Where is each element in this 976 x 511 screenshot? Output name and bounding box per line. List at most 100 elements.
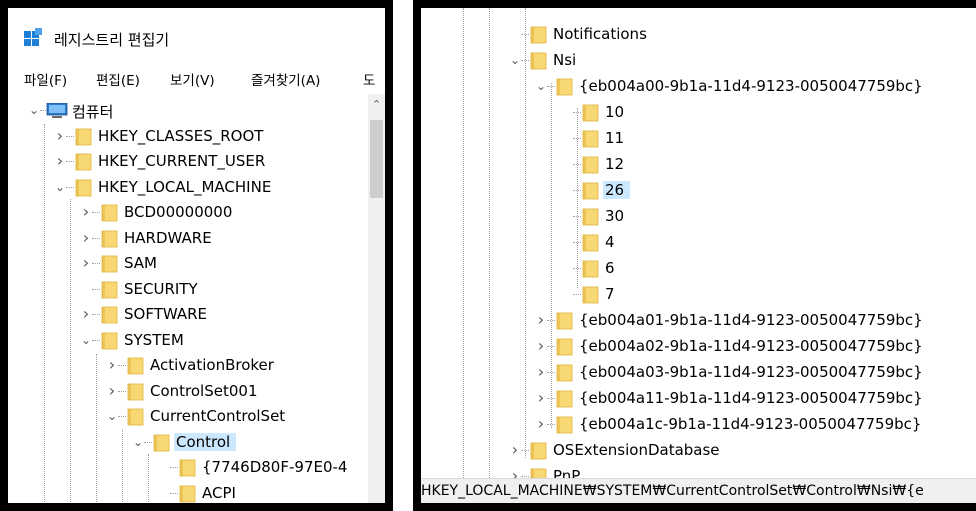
chevron-right-icon[interactable]: ›	[535, 390, 547, 406]
tree-node-label: SOFTWARE	[124, 305, 208, 323]
tree-node-7[interactable]: 7	[421, 282, 976, 307]
tree-node-eb004a1c-9b1a-11d4-9123-0050047759bc[interactable]: › {eb004a1c-9b1a-11d4-9123-0050047759bc}	[421, 412, 976, 437]
folder-icon	[179, 485, 196, 502]
scroll-up-icon[interactable]: ⌃	[368, 98, 385, 111]
tree-guide-line	[44, 124, 45, 503]
tree-node-label: CurrentControlSet	[150, 407, 286, 425]
tree-node-bcd00000000[interactable]: › BCD00000000	[8, 200, 385, 225]
chevron-right-icon[interactable]: ›	[535, 312, 547, 328]
tree-node-label: 6	[605, 259, 615, 277]
tree-node-osextensiondatabase[interactable]: › OSExtensionDatabase	[421, 438, 976, 463]
menu-view[interactable]: 보기(V)	[170, 69, 215, 89]
chevron-right-icon[interactable]: ›	[509, 442, 521, 458]
chevron-down-icon[interactable]: ⌄	[54, 179, 66, 195]
tree-node-10[interactable]: 10	[421, 100, 976, 125]
tree-node-label: 컴퓨터	[72, 103, 114, 121]
tree-node-label: Notifications	[553, 25, 647, 43]
tree-node-hardware[interactable]: › HARDWARE	[8, 226, 385, 251]
folder-icon	[101, 306, 118, 324]
folder-icon	[582, 208, 599, 226]
tree-node-7746d80f-97e0-4[interactable]: {7746D80F-97E0-4	[8, 455, 385, 480]
selected-tree-node-label: 26	[603, 181, 631, 199]
tree-node-label: 11	[605, 129, 625, 147]
tree-node-hkey-classes-root[interactable]: › HKEY_CLASSES_ROOT	[8, 124, 385, 149]
tree-node-currentcontrolset[interactable]: ⌄ CurrentControlSet	[8, 404, 385, 429]
tree-guide-line	[489, 8, 490, 478]
tree-connector	[170, 467, 178, 468]
menu-favorites[interactable]: 즐겨찾기(A)	[251, 69, 320, 89]
chevron-right-icon[interactable]: ›	[106, 357, 118, 373]
scrollbar-thumb[interactable]	[370, 120, 383, 198]
tree-node-label: {eb004a01-9b1a-11d4-9123-0050047759bc}	[579, 311, 923, 329]
status-path: HKEY_LOCAL_MACHINE₩SYSTEM₩CurrentControl…	[421, 483, 924, 499]
tree-guide-line	[463, 8, 464, 478]
tree-node-eb004a11-9b1a-11d4-9123-0050047759bc[interactable]: › {eb004a11-9b1a-11d4-9123-0050047759bc}	[421, 386, 976, 411]
title-bar: 레지스트리 편집기	[8, 8, 385, 60]
chevron-down-icon[interactable]: ⌄	[28, 102, 40, 118]
chevron-right-icon[interactable]: ›	[80, 306, 92, 322]
tree-node-control[interactable]: ⌄ Control	[8, 430, 385, 455]
vertical-scrollbar[interactable]: ⌃	[368, 94, 385, 503]
chevron-right-icon[interactable]: ›	[535, 416, 547, 432]
tree-node-label: 10	[605, 103, 625, 121]
tree-node-6[interactable]: 6	[421, 256, 976, 281]
tree-node-activationbroker[interactable]: › ActivationBroker	[8, 353, 385, 378]
tree-node-컴퓨터[interactable]: ⌄ 컴퓨터	[8, 98, 385, 123]
chevron-right-icon[interactable]: ›	[54, 153, 66, 169]
tree-node-security[interactable]: SECURITY	[8, 277, 385, 302]
tree-node-label: HKEY_CURRENT_USER	[98, 152, 266, 170]
tree-node-software[interactable]: › SOFTWARE	[8, 302, 385, 327]
tree-node-4[interactable]: 4	[421, 230, 976, 255]
tree-node-label: HKEY_LOCAL_MACHINE	[98, 177, 272, 196]
folder-icon	[556, 364, 573, 382]
chevron-right-icon[interactable]: ›	[535, 364, 547, 380]
tree-node-eb004a00-9b1a-11d4-9123-0050047759bc[interactable]: ⌄ {eb004a00-9b1a-11d4-9123-0050047759bc}	[421, 74, 976, 99]
menu-edit[interactable]: 편집(E)	[96, 69, 140, 89]
tree-guide-line	[148, 454, 149, 503]
tree-node-eb004a01-9b1a-11d4-9123-0050047759bc[interactable]: › {eb004a01-9b1a-11d4-9123-0050047759bc}	[421, 308, 976, 333]
chevron-right-icon[interactable]: ›	[80, 255, 92, 271]
chevron-right-icon[interactable]: ›	[535, 338, 547, 354]
tree-connector	[92, 314, 100, 315]
tree-node-eb004a03-9b1a-11d4-9123-0050047759bc[interactable]: › {eb004a03-9b1a-11d4-9123-0050047759bc}	[421, 360, 976, 385]
tree-node-notifications[interactable]: Notifications	[421, 22, 976, 47]
chevron-right-icon[interactable]: ›	[80, 229, 92, 246]
tree-node-hkey-local-machine[interactable]: ⌄ HKEY_LOCAL_MACHINE	[8, 175, 385, 200]
folder-icon	[101, 230, 118, 247]
tree-node-acpi[interactable]: ACPI	[8, 481, 385, 504]
chevron-down-icon[interactable]: ⌄	[535, 78, 547, 94]
folder-icon	[582, 130, 599, 148]
chevron-down-icon[interactable]: ⌄	[509, 52, 521, 68]
tree-node-sam[interactable]: › SAM	[8, 251, 385, 276]
tree-node-controlset001[interactable]: › ControlSet001	[8, 379, 385, 404]
tree-node-appid[interactable]: AppID	[8, 506, 385, 511]
menu-file[interactable]: 파일(F)	[24, 69, 67, 89]
tree-node-label: 12	[605, 155, 625, 173]
tree-guide-line	[577, 108, 578, 288]
chevron-right-icon[interactable]: ›	[80, 204, 92, 220]
folder-icon	[101, 255, 118, 273]
tree-node-label: SYSTEM	[124, 330, 184, 349]
tree-node-label: HKEY_CLASSES_ROOT	[98, 126, 264, 145]
folder-icon	[127, 357, 144, 375]
folder-icon	[556, 390, 573, 408]
folder-icon	[75, 128, 92, 145]
tree-node-system[interactable]: ⌄ SYSTEM	[8, 328, 385, 353]
chevron-down-icon[interactable]: ⌄	[80, 332, 92, 348]
tree-connector	[118, 416, 126, 417]
chevron-right-icon[interactable]: ›	[106, 382, 118, 399]
menu-help[interactable]: 도	[363, 69, 375, 89]
tree-node-12[interactable]: 12	[421, 152, 976, 177]
tree-node-eb004a02-9b1a-11d4-9123-0050047759bc[interactable]: › {eb004a02-9b1a-11d4-9123-0050047759bc}	[421, 334, 976, 359]
tree-guide-line	[70, 199, 71, 503]
tree-node-30[interactable]: 30	[421, 204, 976, 229]
chevron-down-icon[interactable]: ⌄	[106, 408, 118, 424]
chevron-right-icon[interactable]: ›	[54, 127, 66, 144]
chevron-down-icon[interactable]: ⌄	[132, 434, 144, 450]
tree-node-11[interactable]: 11	[421, 126, 976, 151]
tree-node-26[interactable]: 26	[421, 178, 976, 203]
folder-icon	[530, 52, 547, 70]
tree-node-nsi[interactable]: ⌄ Nsi	[421, 48, 976, 73]
folder-icon	[582, 104, 599, 122]
tree-node-hkey-current-user[interactable]: › HKEY_CURRENT_USER	[8, 149, 385, 174]
